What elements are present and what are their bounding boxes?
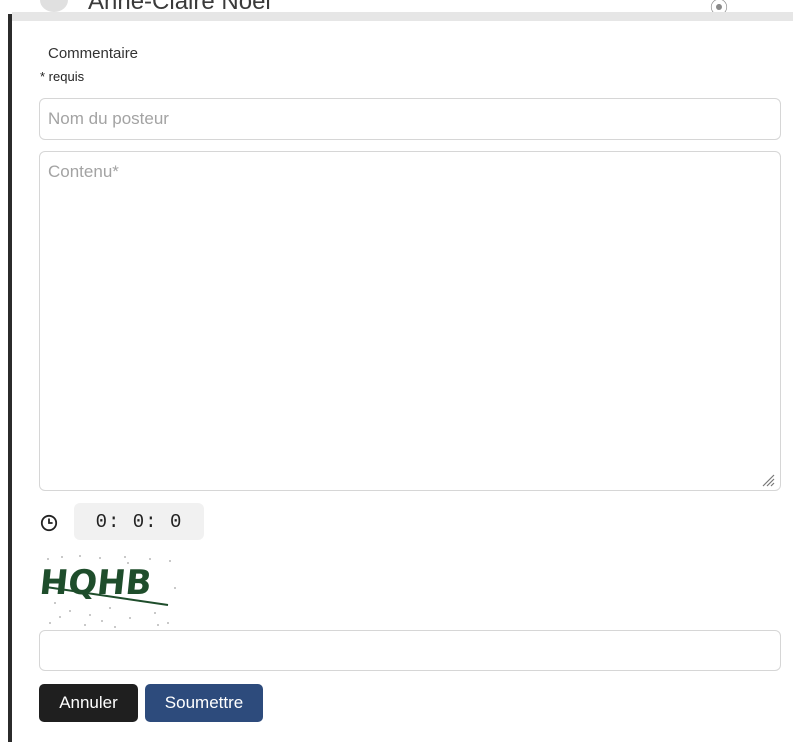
captcha-text: HQHB (40, 563, 154, 603)
required-note: * requis (40, 69, 85, 84)
captcha-input[interactable] (39, 630, 781, 671)
comment-form-title: Commentaire (48, 45, 139, 62)
poster-name-input[interactable] (39, 98, 781, 140)
left-accent-bar (8, 14, 12, 742)
submit-button[interactable]: Soumettre (145, 684, 263, 722)
elapsed-timer: 0: 0: 0 (74, 503, 204, 540)
comment-content-textarea[interactable] (39, 151, 781, 491)
avatar (40, 0, 68, 12)
captcha-image: HQHB (40, 553, 180, 630)
header-divider (12, 12, 793, 21)
resize-grip-icon[interactable] (761, 473, 775, 487)
clock-icon (40, 514, 58, 532)
cancel-button[interactable]: Annuler (39, 684, 138, 722)
